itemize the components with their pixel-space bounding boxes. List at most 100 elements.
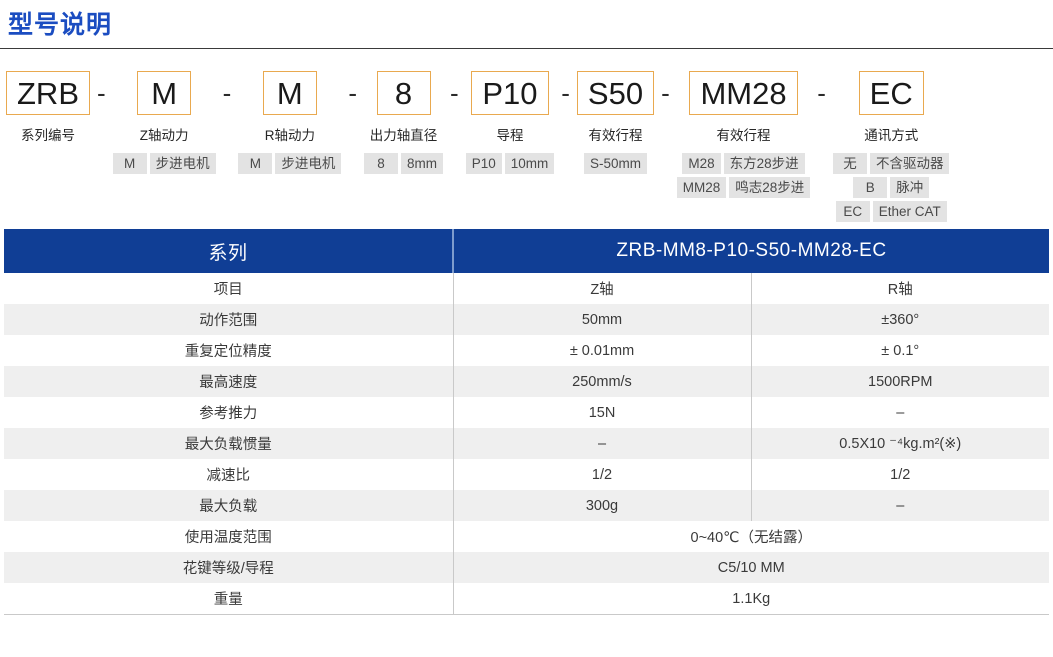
specification-table: 系列 ZRB-MM8-P10-S50-MM28-EC 项目Z轴R轴动作范围50m… xyxy=(4,229,1049,615)
code-legend: M步进电机 xyxy=(113,153,216,174)
page-title: 型号说明 xyxy=(0,0,1053,44)
row-item-label: 重量 xyxy=(4,583,453,615)
row-value-r-axis: 1/2 xyxy=(751,459,1049,490)
code-legend: 无不含驱动器 B脉冲 ECEther CAT xyxy=(833,153,950,222)
code-legend: M步进电机 xyxy=(238,153,341,174)
row-value-combined: C5/10 MM xyxy=(453,552,1049,583)
legend-row: S-50mm xyxy=(584,153,647,174)
row-value-r-axis: – xyxy=(751,397,1049,428)
code-segment: M Z轴动力 M步进电机 xyxy=(113,71,216,174)
legend-code: B xyxy=(853,177,887,198)
table-row: 减速比1/21/2 xyxy=(4,459,1049,490)
code-separator-dash: - xyxy=(810,71,833,115)
header-model-label: ZRB-MM8-P10-S50-MM28-EC xyxy=(453,229,1049,273)
row-item-label: 项目 xyxy=(4,273,453,304)
row-value-combined: 1.1Kg xyxy=(453,583,1049,615)
row-value-r-axis: ±360° xyxy=(751,304,1049,335)
table-row: 动作范围50mm±360° xyxy=(4,304,1049,335)
code-caption: R轴动力 xyxy=(265,124,315,144)
row-item-label: 参考推力 xyxy=(4,397,453,428)
code-separator-dash: - xyxy=(443,71,466,115)
row-item-label: 使用温度范围 xyxy=(4,521,453,552)
legend-row: 88mm xyxy=(364,153,443,174)
row-value-r-axis: ± 0.1° xyxy=(751,335,1049,366)
legend-code: MM28 xyxy=(677,177,727,198)
row-item-label: 动作范围 xyxy=(4,304,453,335)
model-code-diagram: ZRB系列编号-MZ轴动力M步进电机-MR轴动力M步进电机-8出力轴直径88mm… xyxy=(0,49,1053,219)
row-value-z-axis: ± 0.01mm xyxy=(453,335,751,366)
row-item-label: 花键等级/导程 xyxy=(4,552,453,583)
legend-row: 无不含驱动器 xyxy=(833,153,950,174)
table-row: 参考推力15N– xyxy=(4,397,1049,428)
legend-row: M28东方28步进 xyxy=(677,153,811,174)
table-row: 项目Z轴R轴 xyxy=(4,273,1049,304)
code-separator-dash: - xyxy=(216,71,239,115)
code-caption: 有效行程 xyxy=(588,124,642,144)
code-segment: P10 导程 P1010mm xyxy=(466,71,555,174)
legend-description: 8mm xyxy=(401,153,443,174)
code-caption: 系列编号 xyxy=(21,124,75,144)
legend-description: 不含驱动器 xyxy=(870,153,950,174)
legend-code: 8 xyxy=(364,153,398,174)
legend-description: 10mm xyxy=(505,153,555,174)
table-row: 最大负载300g– xyxy=(4,490,1049,521)
code-box: S50 xyxy=(577,71,654,115)
row-value-z-axis: 50mm xyxy=(453,304,751,335)
table-body: 项目Z轴R轴动作范围50mm±360°重复定位精度± 0.01mm± 0.1°最… xyxy=(4,273,1049,615)
row-value-r-axis: R轴 xyxy=(751,273,1049,304)
legend-row: M步进电机 xyxy=(113,153,216,174)
row-value-z-axis: 15N xyxy=(453,397,751,428)
row-value-combined: 0~40℃（无结露） xyxy=(453,521,1049,552)
legend-code: P10 xyxy=(466,153,502,174)
legend-row: M步进电机 xyxy=(238,153,341,174)
legend-row: ECEther CAT xyxy=(833,201,950,222)
row-item-label: 最高速度 xyxy=(4,366,453,397)
code-box: M xyxy=(263,71,317,115)
table-row: 花键等级/导程C5/10 MM xyxy=(4,552,1049,583)
code-legend: 88mm xyxy=(364,153,443,174)
legend-code: M xyxy=(238,153,272,174)
legend-row: P1010mm xyxy=(466,153,555,174)
table-row: 重复定位精度± 0.01mm± 0.1° xyxy=(4,335,1049,366)
header-series-label: 系列 xyxy=(4,229,453,273)
table-row: 最高速度250mm/s1500RPM xyxy=(4,366,1049,397)
code-caption: Z轴动力 xyxy=(140,124,189,144)
legend-description: 脉冲 xyxy=(890,177,929,198)
legend-row: B脉冲 xyxy=(833,177,950,198)
code-separator-dash: - xyxy=(654,71,677,115)
code-segment: S50 有效行程 S-50mm xyxy=(577,71,654,174)
code-caption: 导程 xyxy=(496,124,523,144)
row-value-z-axis: 1/2 xyxy=(453,459,751,490)
code-caption: 有效行程 xyxy=(717,124,771,144)
table-header-row: 系列 ZRB-MM8-P10-S50-MM28-EC xyxy=(4,229,1049,273)
code-segment: EC通讯方式无不含驱动器B脉冲ECEther CAT xyxy=(833,71,950,222)
table-header: 系列 ZRB-MM8-P10-S50-MM28-EC xyxy=(4,229,1049,273)
code-legend: S-50mm xyxy=(584,153,647,174)
row-item-label: 减速比 xyxy=(4,459,453,490)
row-item-label: 最大负载惯量 xyxy=(4,428,453,459)
code-segment: MM28 有效行程 M28东方28步进 MM28鸣志28步进 xyxy=(677,71,811,198)
code-legend: P1010mm xyxy=(466,153,555,174)
legend-description: S-50mm xyxy=(584,153,647,174)
code-separator-dash: - xyxy=(341,71,364,115)
row-item-label: 最大负载 xyxy=(4,490,453,521)
table-row: 重量1.1Kg xyxy=(4,583,1049,615)
model-description-section: 型号说明 ZRB系列编号-MZ轴动力M步进电机-MR轴动力M步进电机-8出力轴直… xyxy=(0,0,1053,615)
legend-code: EC xyxy=(836,201,870,222)
code-box: M xyxy=(137,71,191,115)
row-item-label: 重复定位精度 xyxy=(4,335,453,366)
legend-row: MM28鸣志28步进 xyxy=(677,177,811,198)
row-value-z-axis: – xyxy=(453,428,751,459)
row-value-z-axis: 300g xyxy=(453,490,751,521)
code-box: MM28 xyxy=(689,71,797,115)
legend-code: M xyxy=(113,153,147,174)
code-caption: 出力轴直径 xyxy=(370,124,438,144)
code-box: ZRB xyxy=(6,71,90,115)
code-segment: 8 出力轴直径 88mm xyxy=(364,71,443,174)
code-caption: 通讯方式 xyxy=(864,124,918,144)
legend-code: M28 xyxy=(682,153,720,174)
row-value-z-axis: Z轴 xyxy=(453,273,751,304)
legend-description: Ether CAT xyxy=(873,201,947,222)
legend-code: 无 xyxy=(833,153,867,174)
code-box: EC xyxy=(859,71,924,115)
